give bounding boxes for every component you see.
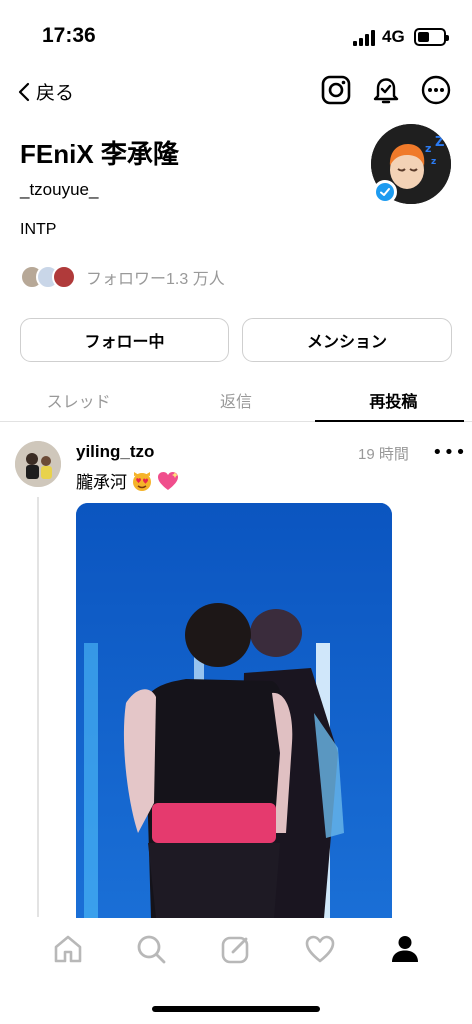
status-bar: 17:36 4G: [0, 0, 472, 70]
heart-icon[interactable]: [303, 932, 337, 966]
network-type: 4G: [382, 27, 405, 46]
tab-replies[interactable]: 返信: [157, 380, 314, 421]
profile-icon[interactable]: [388, 932, 422, 966]
following-button[interactable]: フォロー中: [20, 318, 229, 362]
post-video[interactable]: [76, 503, 392, 918]
search-icon[interactable]: [134, 932, 168, 966]
mention-button[interactable]: メンション: [242, 318, 452, 362]
heart-eyes-cat-emoji-icon: [133, 471, 151, 491]
home-indicator[interactable]: [152, 1006, 320, 1012]
tab-threads[interactable]: スレッド: [0, 380, 157, 421]
back-button[interactable]: 戻る: [18, 78, 74, 105]
performance-photo: [76, 503, 392, 918]
top-nav: 戻る: [0, 70, 472, 114]
status-time: 17:36: [42, 24, 96, 47]
bottom-tab-bar: [0, 918, 472, 988]
follower-avatar: [52, 265, 76, 289]
followers-row[interactable]: フォロワー1.3 万人: [20, 265, 225, 289]
thread-line: [37, 497, 39, 917]
back-label: 戻る: [36, 83, 75, 104]
battery-icon: [414, 28, 449, 46]
profile-bio: INTP: [20, 221, 57, 238]
chevron-left-icon: [18, 82, 30, 101]
signal-strength-icon: [353, 30, 379, 46]
profile-name: FEniX 李承隆: [20, 139, 179, 169]
svg-text:z: z: [431, 157, 436, 167]
post-text: 朧承河: [76, 468, 180, 493]
post-author-avatar[interactable]: [15, 441, 61, 487]
notification-bell-icon[interactable]: [370, 74, 402, 106]
more-options-icon[interactable]: [420, 74, 452, 106]
profile-tabs: スレッド 返信 再投稿: [0, 380, 472, 422]
svg-text:z: z: [425, 142, 431, 155]
home-icon[interactable]: [51, 932, 85, 966]
post-timestamp: 19 時間: [358, 446, 409, 463]
post-body: 朧承河: [76, 473, 127, 492]
post-author-photo: [15, 441, 61, 487]
profile-handle: _tzouyue_: [20, 180, 99, 199]
followers-count: フォロワー1.3 万人: [86, 271, 225, 288]
post-username[interactable]: yiling_tzo: [76, 442, 154, 462]
instagram-icon[interactable]: [320, 74, 352, 106]
svg-text:Z: Z: [435, 135, 444, 150]
post-more-icon[interactable]: •••: [432, 442, 467, 463]
tab-reposts[interactable]: 再投稿: [314, 380, 472, 422]
compose-icon[interactable]: [219, 932, 253, 966]
verified-badge-icon: [373, 180, 397, 204]
sparkling-heart-emoji-icon: [158, 471, 178, 490]
